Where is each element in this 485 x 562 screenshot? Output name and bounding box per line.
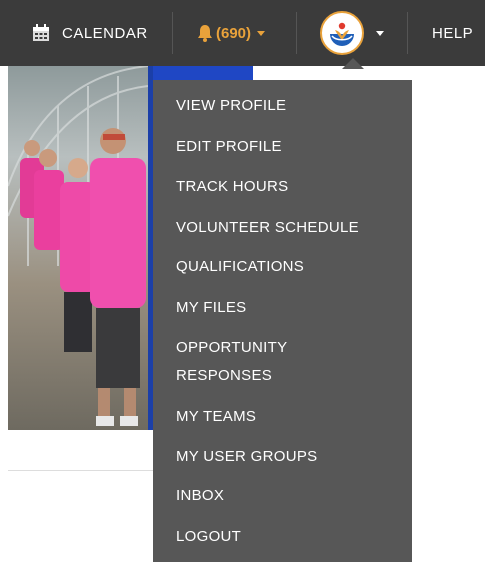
calendar-nav[interactable]: CALENDAR (32, 0, 148, 66)
calendar-icon (33, 24, 49, 41)
chevron-down-icon (257, 30, 266, 36)
nav-divider (407, 12, 408, 54)
menu-item-my-files[interactable]: MY FILES (176, 294, 246, 322)
header-accent-bar (153, 66, 253, 80)
chevron-down-icon (376, 30, 384, 36)
profile-dropdown-menu: VIEW PROFILE EDIT PROFILE TRACK HOURS VO… (153, 80, 412, 562)
menu-item-edit-profile[interactable]: EDIT PROFILE (176, 133, 282, 161)
alerts-count: (690) (216, 24, 252, 42)
bell-icon (198, 25, 212, 42)
help-label: HELP (432, 24, 474, 42)
menu-item-opportunity-responses[interactable]: OPPORTUNITY (176, 334, 287, 362)
dropdown-pointer (342, 58, 364, 69)
photo-illustration (8, 66, 149, 426)
help-nav[interactable]: HELP (432, 0, 473, 66)
menu-item-view-profile[interactable]: VIEW PROFILE (176, 92, 286, 120)
volunteer-photo (8, 66, 153, 430)
alerts-nav[interactable]: (690) (197, 0, 266, 66)
menu-item-track-hours[interactable]: TRACK HOURS (176, 173, 288, 201)
menu-item-qualifications[interactable]: QUALIFICATIONS (176, 253, 304, 281)
menu-item-my-teams[interactable]: MY TEAMS (176, 403, 256, 431)
menu-item-opportunity-responses-line2[interactable]: RESPONSES (176, 362, 272, 390)
nav-divider (296, 12, 297, 54)
menu-item-inbox[interactable]: INBOX (176, 482, 224, 510)
calendar-label: CALENDAR (62, 24, 148, 42)
profile-menu-toggle[interactable] (320, 0, 384, 66)
menu-item-volunteer-schedule[interactable]: VOLUNTEER SCHEDULE (176, 214, 359, 242)
united-way-logo-icon (330, 22, 354, 46)
menu-item-my-user-groups[interactable]: MY USER GROUPS (176, 443, 317, 471)
nav-divider (172, 12, 173, 54)
top-navigation-bar: CALENDAR (690) HELP (0, 0, 485, 66)
menu-item-logout[interactable]: LOGOUT (176, 523, 241, 551)
avatar[interactable] (320, 11, 364, 55)
content-divider (8, 470, 153, 471)
